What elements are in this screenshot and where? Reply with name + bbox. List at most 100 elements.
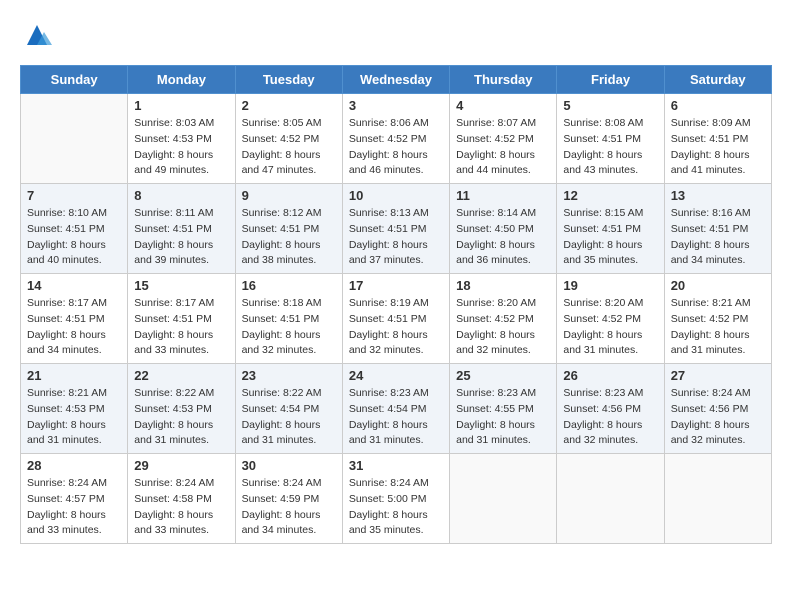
calendar-cell: 12 Sunrise: 8:15 AMSunset: 4:51 PMDayligh… (557, 184, 664, 274)
calendar-cell: 21 Sunrise: 8:21 AMSunset: 4:53 PMDayligh… (21, 364, 128, 454)
calendar-cell: 6 Sunrise: 8:09 AMSunset: 4:51 PMDaylight… (664, 94, 771, 184)
day-info: Sunrise: 8:08 AMSunset: 4:51 PMDaylight:… (563, 116, 657, 179)
day-info: Sunrise: 8:10 AMSunset: 4:51 PMDaylight:… (27, 206, 121, 269)
day-info: Sunrise: 8:24 AMSunset: 4:56 PMDaylight:… (671, 386, 765, 449)
day-info: Sunrise: 8:05 AMSunset: 4:52 PMDaylight:… (242, 116, 336, 179)
day-info: Sunrise: 8:09 AMSunset: 4:51 PMDaylight:… (671, 116, 765, 179)
calendar-cell: 15 Sunrise: 8:17 AMSunset: 4:51 PMDayligh… (128, 274, 235, 364)
day-info: Sunrise: 8:22 AMSunset: 4:53 PMDaylight:… (134, 386, 228, 449)
logo-text (20, 20, 52, 55)
day-number: 20 (671, 278, 765, 293)
day-info: Sunrise: 8:20 AMSunset: 4:52 PMDaylight:… (456, 296, 550, 359)
day-number: 5 (563, 98, 657, 113)
calendar-cell: 11 Sunrise: 8:14 AMSunset: 4:50 PMDayligh… (450, 184, 557, 274)
day-info: Sunrise: 8:23 AMSunset: 4:56 PMDaylight:… (563, 386, 657, 449)
day-info: Sunrise: 8:16 AMSunset: 4:51 PMDaylight:… (671, 206, 765, 269)
calendar-cell: 29 Sunrise: 8:24 AMSunset: 4:58 PMDayligh… (128, 454, 235, 544)
day-info: Sunrise: 8:19 AMSunset: 4:51 PMDaylight:… (349, 296, 443, 359)
calendar-cell: 8 Sunrise: 8:11 AMSunset: 4:51 PMDaylight… (128, 184, 235, 274)
day-info: Sunrise: 8:21 AMSunset: 4:53 PMDaylight:… (27, 386, 121, 449)
calendar-cell: 30 Sunrise: 8:24 AMSunset: 4:59 PMDayligh… (235, 454, 342, 544)
weekday-header-saturday: Saturday (664, 66, 771, 94)
calendar-cell: 23 Sunrise: 8:22 AMSunset: 4:54 PMDayligh… (235, 364, 342, 454)
day-info: Sunrise: 8:23 AMSunset: 4:55 PMDaylight:… (456, 386, 550, 449)
calendar-cell (450, 454, 557, 544)
day-info: Sunrise: 8:24 AMSunset: 4:58 PMDaylight:… (134, 476, 228, 539)
calendar-cell: 24 Sunrise: 8:23 AMSunset: 4:54 PMDayligh… (342, 364, 449, 454)
day-info: Sunrise: 8:22 AMSunset: 4:54 PMDaylight:… (242, 386, 336, 449)
calendar-week-1: 1Sunrise: 8:03 AMSunset: 4:53 PMDaylight… (21, 94, 772, 184)
calendar-table: SundayMondayTuesdayWednesdayThursdayFrid… (20, 65, 772, 544)
day-number: 2 (242, 98, 336, 113)
day-info: Sunrise: 8:11 AMSunset: 4:51 PMDaylight:… (134, 206, 228, 269)
day-number: 15 (134, 278, 228, 293)
calendar-week-2: 7 Sunrise: 8:10 AMSunset: 4:51 PMDaylight… (21, 184, 772, 274)
calendar-cell: 27 Sunrise: 8:24 AMSunset: 4:56 PMDayligh… (664, 364, 771, 454)
calendar-cell: 31 Sunrise: 8:24 AMSunset: 5:00 PMDayligh… (342, 454, 449, 544)
day-number: 23 (242, 368, 336, 383)
calendar-cell: 18 Sunrise: 8:20 AMSunset: 4:52 PMDayligh… (450, 274, 557, 364)
day-number: 24 (349, 368, 443, 383)
weekday-header-tuesday: Tuesday (235, 66, 342, 94)
calendar-cell: 17Sunrise: 8:19 AMSunset: 4:51 PMDayligh… (342, 274, 449, 364)
day-number: 30 (242, 458, 336, 473)
weekday-header-thursday: Thursday (450, 66, 557, 94)
day-info: Sunrise: 8:15 AMSunset: 4:51 PMDaylight:… (563, 206, 657, 269)
day-number: 9 (242, 188, 336, 203)
day-number: 16 (242, 278, 336, 293)
calendar-cell (557, 454, 664, 544)
calendar-week-3: 14 Sunrise: 8:17 AMSunset: 4:51 PMDayligh… (21, 274, 772, 364)
day-info: Sunrise: 8:18 AMSunset: 4:51 PMDaylight:… (242, 296, 336, 359)
day-number: 28 (27, 458, 121, 473)
day-number: 25 (456, 368, 550, 383)
calendar-cell: 3Sunrise: 8:06 AMSunset: 4:52 PMDaylight… (342, 94, 449, 184)
weekday-header-row: SundayMondayTuesdayWednesdayThursdayFrid… (21, 66, 772, 94)
day-number: 12 (563, 188, 657, 203)
day-info: Sunrise: 8:14 AMSunset: 4:50 PMDaylight:… (456, 206, 550, 269)
calendar-cell (664, 454, 771, 544)
day-info: Sunrise: 8:24 AMSunset: 5:00 PMDaylight:… (349, 476, 443, 539)
day-info: Sunrise: 8:17 AMSunset: 4:51 PMDaylight:… (134, 296, 228, 359)
day-number: 10 (349, 188, 443, 203)
day-info: Sunrise: 8:24 AMSunset: 4:59 PMDaylight:… (242, 476, 336, 539)
day-number: 31 (349, 458, 443, 473)
day-number: 7 (27, 188, 121, 203)
day-number: 14 (27, 278, 121, 293)
day-info: Sunrise: 8:13 AMSunset: 4:51 PMDaylight:… (349, 206, 443, 269)
day-info: Sunrise: 8:23 AMSunset: 4:54 PMDaylight:… (349, 386, 443, 449)
day-number: 8 (134, 188, 228, 203)
calendar-cell: 14 Sunrise: 8:17 AMSunset: 4:51 PMDayligh… (21, 274, 128, 364)
calendar-cell: 10 Sunrise: 8:13 AMSunset: 4:51 PMDayligh… (342, 184, 449, 274)
day-number: 6 (671, 98, 765, 113)
day-number: 11 (456, 188, 550, 203)
day-number: 4 (456, 98, 550, 113)
calendar-cell: 19 Sunrise: 8:20 AMSunset: 4:52 PMDayligh… (557, 274, 664, 364)
calendar-week-4: 21 Sunrise: 8:21 AMSunset: 4:53 PMDayligh… (21, 364, 772, 454)
calendar-week-5: 28Sunrise: 8:24 AMSunset: 4:57 PMDayligh… (21, 454, 772, 544)
calendar-cell: 9Sunrise: 8:12 AMSunset: 4:51 PMDaylight… (235, 184, 342, 274)
day-number: 18 (456, 278, 550, 293)
page-header (20, 20, 772, 55)
calendar-cell: 16 Sunrise: 8:18 AMSunset: 4:51 PMDayligh… (235, 274, 342, 364)
calendar-cell: 22 Sunrise: 8:22 AMSunset: 4:53 PMDayligh… (128, 364, 235, 454)
day-number: 13 (671, 188, 765, 203)
day-number: 19 (563, 278, 657, 293)
day-number: 27 (671, 368, 765, 383)
calendar-cell: 25 Sunrise: 8:23 AMSunset: 4:55 PMDayligh… (450, 364, 557, 454)
calendar-cell: 26Sunrise: 8:23 AMSunset: 4:56 PMDayligh… (557, 364, 664, 454)
calendar-cell: 5 Sunrise: 8:08 AMSunset: 4:51 PMDaylight… (557, 94, 664, 184)
calendar-cell: 13 Sunrise: 8:16 AMSunset: 4:51 PMDayligh… (664, 184, 771, 274)
day-info: Sunrise: 8:20 AMSunset: 4:52 PMDaylight:… (563, 296, 657, 359)
calendar-cell: 20Sunrise: 8:21 AMSunset: 4:52 PMDayligh… (664, 274, 771, 364)
weekday-header-monday: Monday (128, 66, 235, 94)
day-number: 21 (27, 368, 121, 383)
logo-icon (22, 20, 52, 50)
calendar-cell: 7 Sunrise: 8:10 AMSunset: 4:51 PMDaylight… (21, 184, 128, 274)
weekday-header-wednesday: Wednesday (342, 66, 449, 94)
day-number: 22 (134, 368, 228, 383)
day-info: Sunrise: 8:03 AMSunset: 4:53 PMDaylight:… (134, 116, 228, 179)
day-info: Sunrise: 8:17 AMSunset: 4:51 PMDaylight:… (27, 296, 121, 359)
weekday-header-sunday: Sunday (21, 66, 128, 94)
day-number: 29 (134, 458, 228, 473)
day-info: Sunrise: 8:06 AMSunset: 4:52 PMDaylight:… (349, 116, 443, 179)
